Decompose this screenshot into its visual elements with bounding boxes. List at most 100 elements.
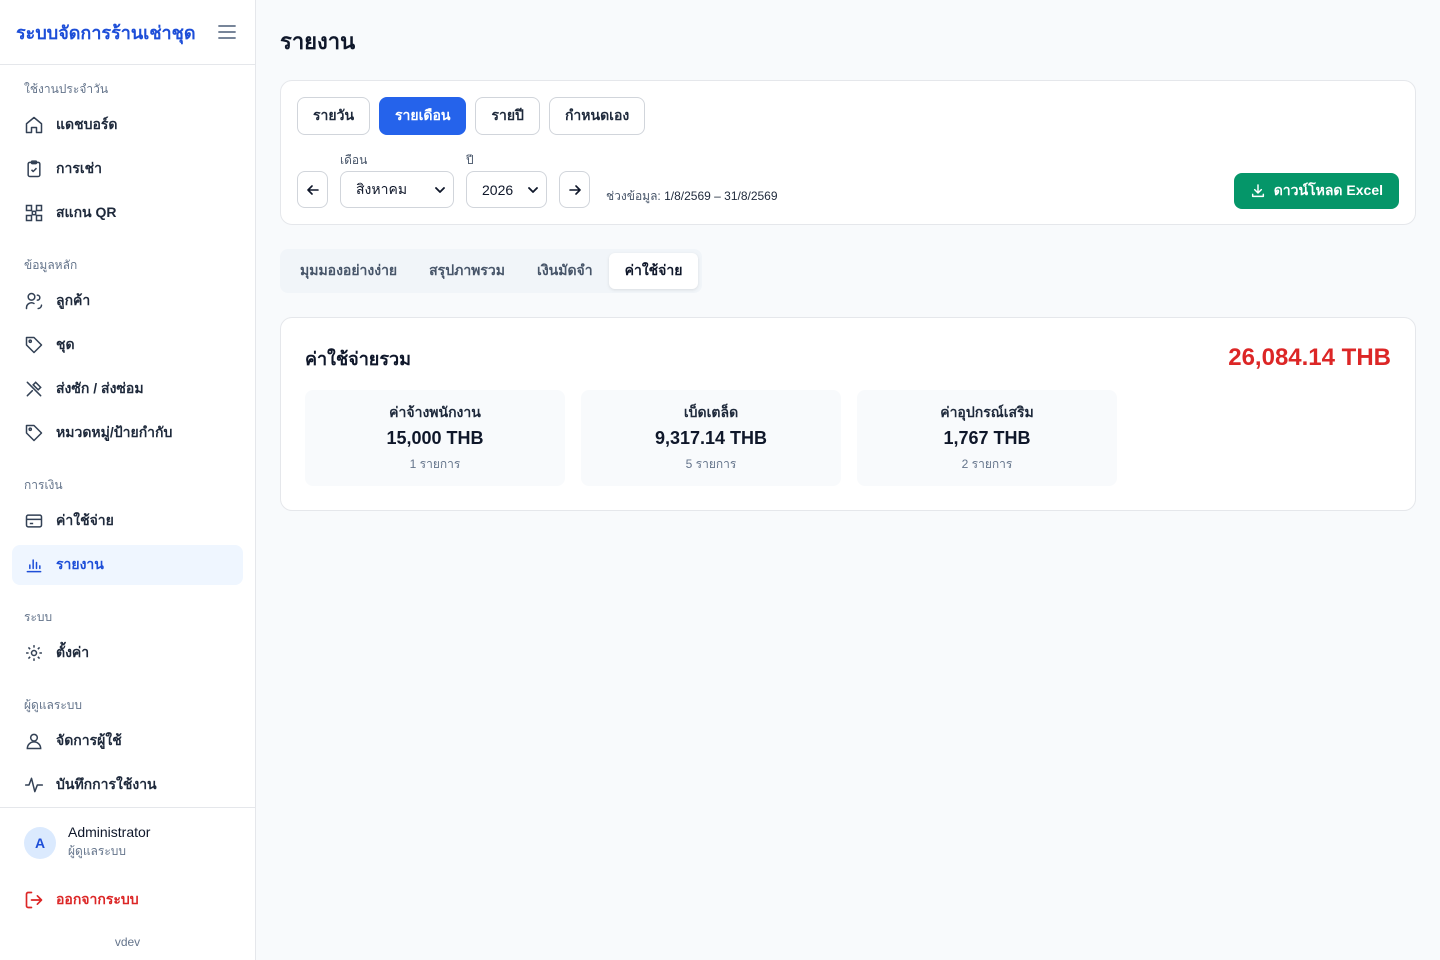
logout-icon [24, 890, 44, 910]
tab-monthly[interactable]: รายเดือน [379, 97, 467, 135]
tab-expenses[interactable]: ค่าใช้จ่าย [608, 253, 699, 289]
tag-icon [24, 423, 44, 443]
stat-count: 5 รายการ [685, 457, 737, 471]
sidebar-item-label: บันทึกการใช้งาน [56, 776, 157, 792]
stat-value: 1,767 THB [943, 428, 1031, 448]
tab-daily[interactable]: รายวัน [297, 97, 371, 135]
user-icon [24, 731, 44, 751]
qr-icon [24, 203, 44, 223]
date-range-label: ช่วงข้อมูล: [606, 189, 661, 203]
home-icon [24, 115, 44, 135]
gear-icon [24, 643, 44, 663]
month-field: เดือน สิงหาคม [340, 151, 454, 208]
sidebar-nav: ใช้งานประจำวัน แดชบอร์ด การเช่า สแกน QR … [0, 65, 255, 805]
tab-simple-view[interactable]: มุมมองอย่างง่าย [284, 253, 413, 289]
sidebar-item-expenses[interactable]: ค่าใช้จ่าย [12, 501, 243, 541]
sidebar-item-label: ส่งซัก / ส่งซ่อม [56, 380, 144, 396]
sidebar-item-label: หมวดหมู่/ป้ายกำกับ [56, 424, 173, 440]
sidebar-item-reports[interactable]: รายงาน [12, 545, 243, 585]
page-title: รายงาน [280, 29, 356, 54]
sidebar-section-finance: การเงิน [24, 477, 63, 492]
period-tabs: รายวัน รายเดือน รายปี กำหนดเอง [297, 97, 1399, 135]
main-content: รายงาน รายวัน รายเดือน รายปี กำหนดเอง เด… [256, 0, 1440, 960]
tools-icon [24, 379, 44, 399]
sidebar-item-categories[interactable]: หมวดหมู่/ป้ายกำกับ [12, 413, 243, 453]
view-tabs: มุมมองอย่างง่าย สรุปภาพรวม เงินมัดจำ ค่า… [280, 249, 703, 293]
user-name: Administrator [68, 824, 151, 840]
user-profile: A Administrator ผู้ดูแลระบบ [24, 824, 231, 861]
sidebar-item-label: ตั้งค่า [56, 644, 90, 660]
credit-card-icon [24, 511, 44, 531]
year-label: ปี [466, 153, 474, 167]
sidebar-item-rentals[interactable]: การเช่า [12, 149, 243, 189]
sidebar-item-user-management[interactable]: จัดการผู้ใช้ [12, 721, 243, 761]
sidebar-section-master: ข้อมูลหลัก [24, 257, 78, 272]
download-label: ดาวน์โหลด Excel [1273, 182, 1383, 198]
stat-label: เบ็ดเตล็ด [683, 404, 739, 420]
stat-count: 2 รายการ [961, 457, 1013, 471]
previous-period-button[interactable] [297, 171, 328, 208]
tab-deposit[interactable]: เงินมัดจำ [521, 253, 609, 289]
tab-overview[interactable]: สรุปภาพรวม [413, 253, 521, 289]
chevron-down-icon [435, 186, 445, 193]
sidebar-item-label: แดชบอร์ด [56, 116, 118, 132]
date-range: ช่วงข้อมูล: 1/8/2569 – 31/8/2569 [606, 187, 778, 208]
sidebar-item-settings[interactable]: ตั้งค่า [12, 633, 243, 673]
logout-label: ออกจากระบบ [56, 891, 139, 907]
stat-count: 1 รายการ [409, 457, 461, 471]
sidebar-footer: A Administrator ผู้ดูแลระบบ ออกจากระบบ v… [0, 807, 255, 960]
stat-label: ค่าอุปกรณ์เสริม [940, 404, 1034, 420]
sidebar-item-label: ลูกค้า [56, 292, 91, 308]
stat-label: ค่าจ้างพนักงาน [389, 404, 481, 420]
bar-chart-icon [24, 555, 44, 575]
sidebar-item-label: ชุด [56, 336, 75, 352]
activity-icon [24, 775, 44, 795]
tag-icon [24, 335, 44, 355]
expense-stats: ค่าจ้างพนักงาน 15,000 THB 1 รายการ เบ็ดเ… [305, 390, 1391, 486]
sidebar-item-laundry-repair[interactable]: ส่งซัก / ส่งซ่อม [12, 369, 243, 409]
sidebar-section-daily: ใช้งานประจำวัน [24, 81, 109, 96]
sidebar-item-label: สแกน QR [56, 204, 117, 220]
year-select-value: 2026 [482, 181, 514, 198]
month-select-value: สิงหาคม [356, 180, 408, 197]
summary-total: 26,084.14 THB [1228, 344, 1391, 371]
app-title: ระบบจัดการร้านเช่าชุด [16, 22, 196, 43]
summary-title: ค่าใช้จ่ายรวม [305, 348, 411, 369]
tab-yearly[interactable]: รายปี [475, 97, 540, 135]
sidebar-item-label: ค่าใช้จ่าย [56, 512, 114, 528]
sidebar-item-label: การเช่า [56, 160, 103, 176]
sidebar-item-dashboard[interactable]: แดชบอร์ด [12, 105, 243, 145]
stat-card-staff-wages: ค่าจ้างพนักงาน 15,000 THB 1 รายการ [305, 390, 565, 486]
sidebar-item-label: รายงาน [56, 556, 104, 572]
month-select[interactable]: สิงหาคม [340, 171, 454, 208]
next-period-button[interactable] [559, 171, 590, 208]
sidebar-item-customers[interactable]: ลูกค้า [12, 281, 243, 321]
year-select[interactable]: 2026 [466, 171, 547, 208]
sidebar: ระบบจัดการร้านเช่าชุด ใช้งานประจำวัน แดช… [0, 0, 256, 960]
stat-card-accessories: ค่าอุปกรณ์เสริม 1,767 THB 2 รายการ [857, 390, 1117, 486]
download-icon [1250, 183, 1266, 199]
stat-value: 15,000 THB [386, 428, 484, 448]
month-label: เดือน [340, 153, 368, 167]
sidebar-section-system: ระบบ [24, 609, 53, 624]
sidebar-item-outfits[interactable]: ชุด [12, 325, 243, 365]
year-field: ปี 2026 [466, 151, 547, 208]
sidebar-item-scan-qr[interactable]: สแกน QR [12, 193, 243, 233]
stat-value: 9,317.14 THB [654, 428, 768, 448]
sidebar-section-admin: ผู้ดูแลระบบ [24, 697, 83, 712]
download-excel-button[interactable]: ดาวน์โหลด Excel [1233, 173, 1399, 209]
stat-card-miscellaneous: เบ็ดเตล็ด 9,317.14 THB 5 รายการ [581, 390, 841, 486]
arrow-left-icon [306, 184, 319, 195]
user-role: ผู้ดูแลระบบ [68, 844, 127, 858]
logout-button[interactable]: ออกจากระบบ [24, 889, 231, 911]
sidebar-item-activity-log[interactable]: บันทึกการใช้งาน [12, 765, 243, 805]
version-label: vdev [114, 935, 141, 949]
tab-custom[interactable]: กำหนดเอง [548, 97, 646, 135]
date-range-value: 1/8/2569 – 31/8/2569 [664, 189, 778, 203]
sidebar-header: ระบบจัดการร้านเช่าชุด [0, 0, 255, 65]
filter-card: รายวัน รายเดือน รายปี กำหนดเอง เดือน สิง… [280, 80, 1416, 225]
avatar: A [24, 826, 56, 859]
users-icon [24, 291, 44, 311]
arrow-right-icon [568, 184, 581, 195]
menu-toggle-icon[interactable] [215, 20, 239, 44]
